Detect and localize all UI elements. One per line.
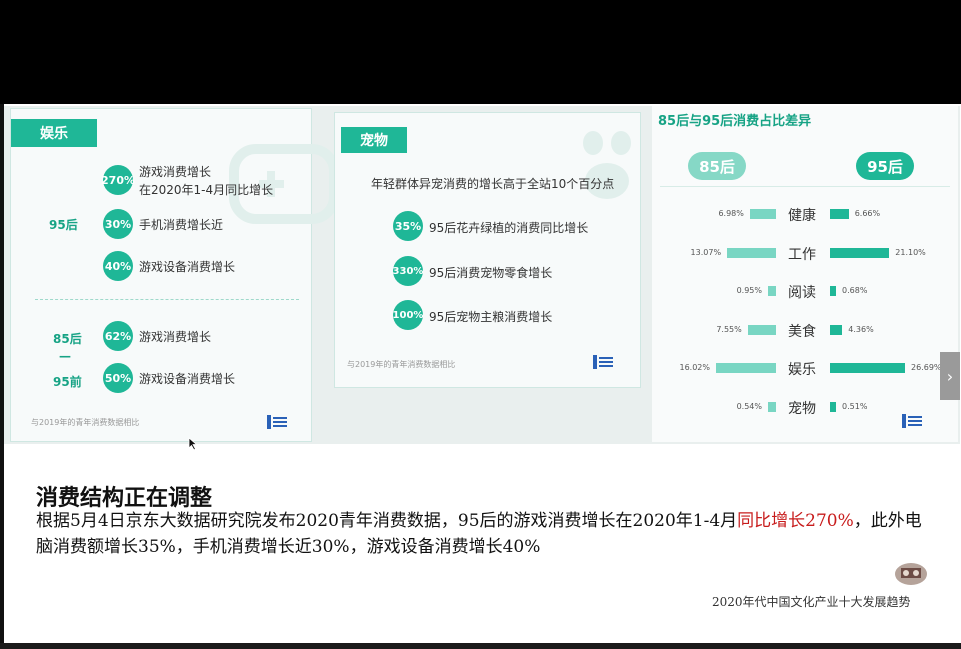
item-line1: 手机消费增长近 <box>139 218 224 232</box>
bar-95 <box>830 401 836 412</box>
comparison-row: 6.98% 健康 6.66% <box>652 206 958 226</box>
tag-pet: 宠物 <box>341 127 407 153</box>
item-line1: 游戏设备消费增长 <box>139 372 236 386</box>
comparison-row: 7.55% 美食 4.36% <box>652 322 958 342</box>
mouse-cursor-icon <box>188 437 198 451</box>
comparison-row: 0.95% 阅读 0.68% <box>652 283 958 303</box>
emblem-icon <box>895 563 927 585</box>
slide-caption: 2020年代中国文化产业十大发展趋势 <box>712 595 911 609</box>
pct-circle: 270% <box>101 165 135 195</box>
pct-85: 16.02% <box>679 363 710 372</box>
pct-95: 0.68% <box>842 286 868 295</box>
dashed-divider <box>35 299 299 300</box>
tag-entertainment: 娱乐 <box>11 119 97 147</box>
pct-circle: 62% <box>103 321 133 351</box>
group-label-85: 85后 <box>53 332 82 346</box>
pct-circle: 40% <box>103 251 133 281</box>
next-slide-button[interactable]: › <box>940 352 960 400</box>
bar-85 <box>747 324 776 335</box>
pct-circle: 330% <box>393 256 423 286</box>
pet-item-text: 95后花卉绿植的消费同比增长 <box>429 221 589 235</box>
pet-headline: 年轻群体异宠消费的增长高于全站10个百分点 <box>371 177 615 191</box>
pct-circle: 35% <box>393 211 423 241</box>
bar-95 <box>830 286 836 296</box>
comparison-title: 85后与95后消费占比差异 <box>658 114 812 129</box>
pct-95: 6.66% <box>854 209 881 218</box>
bar-85 <box>749 209 776 219</box>
pill-95: 95后 <box>856 152 914 180</box>
category-label: 娱乐 <box>788 362 816 378</box>
pct-85: 6.98% <box>718 209 744 218</box>
bar-95 <box>830 247 890 258</box>
bar-85 <box>768 401 776 412</box>
bottom-edge <box>0 643 961 649</box>
jd-logo-icon <box>267 415 287 429</box>
bar-85 <box>716 363 776 373</box>
pct-circle: 50% <box>103 363 133 393</box>
top-black-bar <box>0 0 961 104</box>
category-label: 宠物 <box>788 400 816 417</box>
pct-95: 0.51% <box>842 401 868 411</box>
comparison-row: 13.07% 工作 21.10% <box>652 245 958 265</box>
bar-95 <box>830 209 849 219</box>
pct-85: 13.07% <box>690 247 722 257</box>
pct-circle: 100% <box>393 300 423 330</box>
category-label: 阅读 <box>788 285 816 301</box>
slide-body: 根据5月4日京东大数据研究院发布2020青年消费数据，95后的游戏消费增长在20… <box>36 508 936 560</box>
footnote: 与2019年的青年消费数据相比 <box>347 360 456 369</box>
comparison-row: 16.02% 娱乐 26.69% <box>652 360 958 380</box>
body-main: 根据5月4日京东大数据研究院发布2020青年消费数据，95后的游戏消费增长在20… <box>36 511 738 531</box>
body-highlight: 同比增长270% <box>737 511 854 531</box>
group-label-95: 95后 <box>49 218 78 232</box>
footnote: 与2019年的青年消费数据相比 <box>31 418 140 427</box>
pet-panel: 宠物 年轻群体异宠消费的增长高于全站10个百分点 35% 95后花卉绿植的消费同… <box>334 112 641 388</box>
comparison-panel: 85后与95后消费占比差异 85后 95后 6.98% 健康 6.66% 13.07%… <box>652 106 958 442</box>
group-label-95-before: 95前 <box>53 375 82 389</box>
bar-95 <box>830 324 843 335</box>
pct-85: 0.95% <box>736 286 762 295</box>
bar-85 <box>727 247 776 258</box>
item-line1: 游戏消费增长 <box>139 165 212 179</box>
item-line1: 游戏消费增长 <box>139 330 212 344</box>
pill-85: 85后 <box>688 152 746 180</box>
pct-95: 21.10% <box>895 247 926 257</box>
pct-95: 26.69% <box>911 363 942 372</box>
bar-95 <box>830 363 905 373</box>
bar-85 <box>768 286 776 296</box>
entertainment-panel: 娱乐 95后 270% 游戏消费增长 在2020年1-4月同比增长 30% 手机… <box>10 108 339 442</box>
item-line2: 在2020年1-4月同比增长 <box>139 183 274 197</box>
category-label: 美食 <box>788 323 816 340</box>
pct-85: 7.55% <box>716 324 742 334</box>
pct-95: 4.36% <box>848 324 874 334</box>
jd-logo-icon <box>902 414 922 428</box>
header-underline <box>660 186 950 187</box>
pet-item-text: 95后宠物主粮消费增长 <box>429 310 553 324</box>
item-line1: 游戏设备消费增长 <box>139 260 236 274</box>
pct-85: 0.54% <box>736 401 762 411</box>
jd-logo-icon <box>593 355 613 369</box>
pct-circle: 30% <box>103 209 133 239</box>
category-label: 工作 <box>788 246 816 263</box>
pet-item-text: 95后消费宠物零食增长 <box>429 266 553 280</box>
group-label-dash: — <box>59 349 71 363</box>
paw-icon <box>583 131 631 199</box>
category-label: 健康 <box>788 208 816 224</box>
